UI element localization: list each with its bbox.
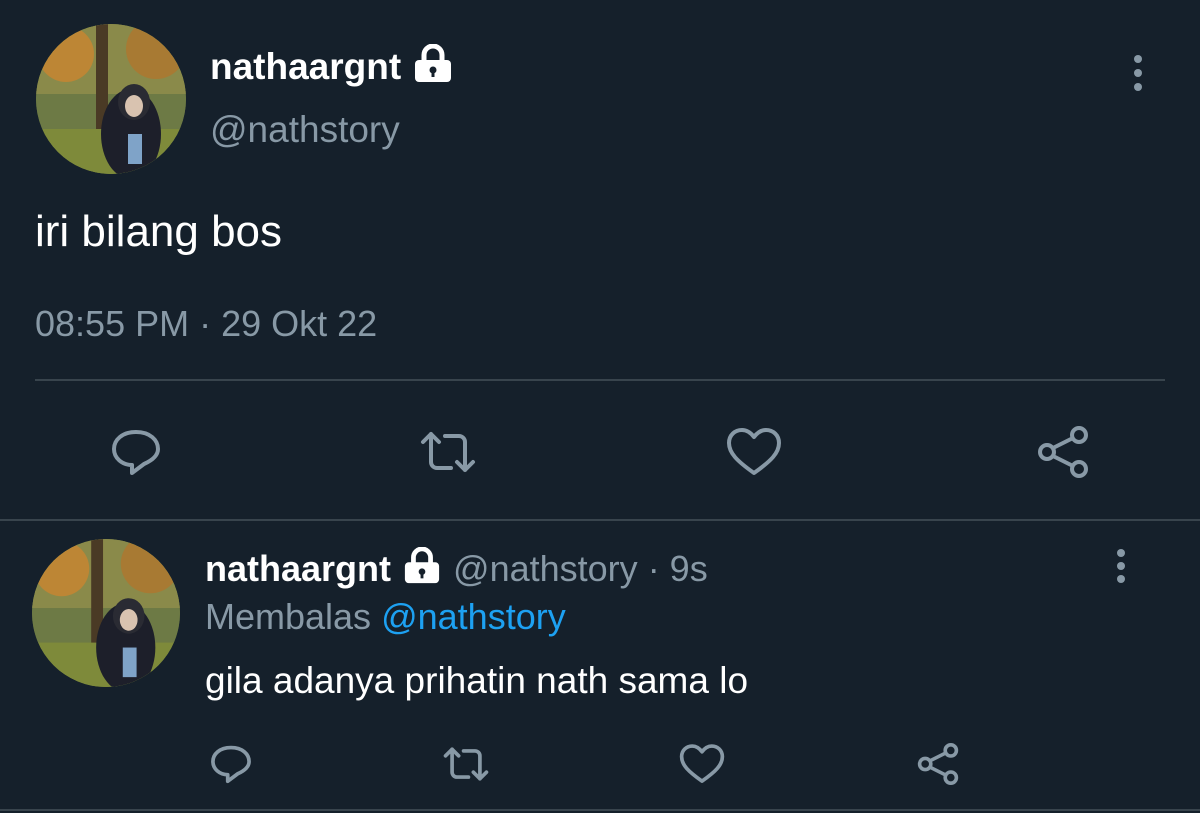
- tweet-timestamp[interactable]: 08:55 PM · 29 Okt 22: [35, 302, 377, 346]
- reply-time[interactable]: · 9s: [648, 548, 708, 589]
- reply-author-avatar[interactable]: [32, 539, 180, 687]
- display-name-text[interactable]: nathaargnt: [210, 46, 401, 87]
- like-icon: [727, 428, 781, 475]
- reply-share-button[interactable]: [912, 738, 964, 790]
- like-icon: [679, 744, 725, 783]
- like-button[interactable]: [722, 420, 786, 484]
- reply-icon: [211, 745, 251, 784]
- author-handle[interactable]: @nathstory: [210, 108, 400, 152]
- author-display-name[interactable]: nathaargnt: [210, 43, 455, 94]
- more-options-icon[interactable]: [1132, 55, 1144, 91]
- reply-text: gila adanya prihatin nath sama lo: [205, 660, 749, 701]
- reply-like-button[interactable]: [676, 738, 728, 790]
- retweet-icon: [443, 747, 489, 781]
- tweet-text: iri bilang bos: [35, 207, 283, 256]
- retweet-icon: [421, 432, 475, 472]
- reply-reply-button[interactable]: [205, 738, 257, 790]
- bottom-divider: [0, 809, 1200, 811]
- reply-button[interactable]: [104, 420, 168, 484]
- lock-icon: [411, 43, 455, 94]
- retweet-button[interactable]: [413, 420, 483, 484]
- replying-to: Membalas @nathstory: [205, 595, 566, 639]
- reply-header: nathaargnt @nathstory · 9s: [205, 547, 708, 595]
- tweet-divider: [35, 379, 1165, 381]
- reply-more-options-icon[interactable]: [1115, 549, 1127, 583]
- reply-handle[interactable]: @nathstory: [453, 548, 638, 589]
- share-button[interactable]: [1030, 420, 1096, 484]
- reply-icon: [112, 430, 160, 475]
- section-divider: [0, 519, 1200, 521]
- share-icon: [1038, 426, 1088, 478]
- reply-retweet-button[interactable]: [437, 738, 495, 790]
- reply-display-name[interactable]: nathaargnt: [205, 548, 391, 589]
- lock-icon: [401, 547, 443, 595]
- replying-to-handle-link[interactable]: @nathstory: [381, 596, 566, 637]
- replying-to-label: Membalas: [205, 596, 372, 637]
- author-avatar[interactable]: [36, 24, 186, 174]
- share-icon: [917, 743, 959, 785]
